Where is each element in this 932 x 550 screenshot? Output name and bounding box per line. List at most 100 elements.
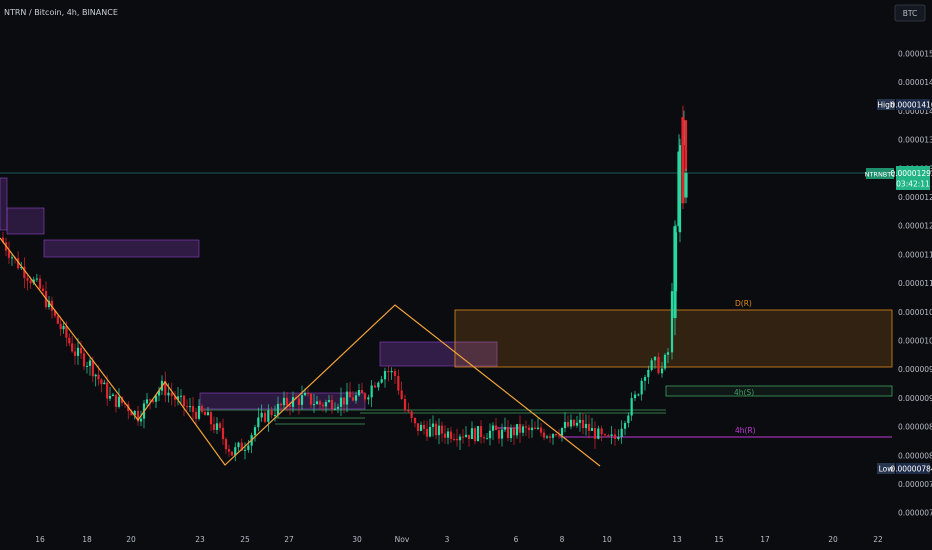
- candle-body: [497, 430, 501, 439]
- candle-body: [339, 397, 343, 407]
- candle-body: [68, 337, 71, 344]
- candle-body: [373, 385, 377, 388]
- candle-body: [684, 120, 688, 171]
- candle-body: [82, 353, 86, 367]
- candle-body: [88, 360, 92, 366]
- candle-body: [512, 427, 516, 436]
- candle-body: [581, 419, 585, 429]
- candle-body: [29, 280, 32, 284]
- candle-body: [209, 412, 213, 425]
- candle-body: [597, 428, 600, 439]
- candle-body: [620, 428, 623, 437]
- y-tick-label: 0.00001100: [898, 279, 932, 288]
- candle-body: [557, 435, 561, 437]
- candle-body: [62, 326, 65, 330]
- candle-body: [578, 419, 582, 423]
- candle-body: [660, 368, 664, 374]
- candle-body: [114, 394, 118, 407]
- candle-body: [443, 433, 447, 438]
- candle-body: [35, 278, 38, 280]
- candle-body: [569, 419, 573, 427]
- candle-body: [663, 354, 667, 369]
- candle-body: [434, 423, 438, 436]
- candle-body: [413, 417, 417, 424]
- candle-body: [684, 172, 688, 198]
- x-tick-label: 10: [602, 535, 612, 544]
- x-tick-label: 15: [714, 535, 724, 544]
- candle-body: [518, 424, 522, 433]
- candle-body: [673, 226, 677, 319]
- candle-body: [548, 436, 552, 438]
- candle-body: [623, 423, 627, 429]
- purple-zone: [43, 239, 200, 258]
- candle-body: [76, 347, 80, 356]
- candle-body: [431, 423, 435, 427]
- candle-body: [503, 427, 507, 430]
- symbol-title: NTRN / Bitcoin, 4h, BINANCE: [4, 8, 118, 17]
- currency-button-label: BTC: [903, 9, 918, 18]
- candle-body: [479, 426, 483, 438]
- candle-body: [351, 397, 355, 401]
- candle-body: [185, 406, 189, 408]
- candle-body: [103, 382, 106, 385]
- candle-body: [79, 347, 83, 354]
- candle-body: [575, 422, 579, 426]
- x-tick-label: 20: [828, 535, 838, 544]
- candle-body: [390, 370, 393, 373]
- candle-body: [593, 428, 597, 439]
- candle-body: [530, 427, 534, 431]
- x-tick-label: Nov: [395, 535, 410, 544]
- y-tick-label: 0.00001450: [898, 78, 932, 87]
- candle-body: [194, 411, 198, 419]
- candle-body: [607, 435, 610, 437]
- candlestick-chart[interactable]: NTRN / Bitcoin, 4h, BINANCE 0.00001500 0.…: [0, 0, 932, 550]
- candle-body: [425, 428, 429, 437]
- candle-body: [354, 395, 358, 401]
- candle-body: [108, 396, 112, 399]
- candle-body: [200, 406, 204, 412]
- candle-body: [370, 385, 373, 398]
- low-badge: Low 0.00000784: [877, 463, 932, 474]
- candle-body: [452, 438, 456, 440]
- candle-body: [407, 409, 410, 412]
- candle-body: [666, 352, 670, 355]
- candle-body: [97, 374, 100, 380]
- candle-body: [449, 431, 453, 439]
- candle-body: [563, 422, 567, 429]
- candle-body: [263, 412, 267, 422]
- candle-body: [363, 393, 367, 400]
- candle-body: [247, 445, 250, 450]
- candle-body: [515, 424, 519, 436]
- candle-body: [539, 427, 543, 433]
- candle-body: [260, 412, 263, 418]
- candle-body: [485, 438, 489, 440]
- candle-body: [551, 434, 555, 438]
- candle-body: [545, 436, 549, 438]
- candle-body: [182, 395, 186, 407]
- candle-body: [218, 423, 222, 428]
- candle-body: [315, 401, 319, 405]
- candle-body: [330, 400, 334, 410]
- h4-support-zone: [665, 385, 893, 397]
- candle-body: [237, 442, 240, 448]
- x-tick-label: 8: [560, 535, 565, 544]
- candle-body: [224, 439, 228, 450]
- chart-stage[interactable]: NTRN / Bitcoin, 4h, BINANCE 0.00001500 0.…: [0, 0, 932, 550]
- candle-body: [221, 427, 225, 440]
- x-tick-label: 22: [873, 535, 883, 544]
- candle-body: [267, 410, 270, 422]
- currency-button[interactable]: BTC: [894, 4, 926, 22]
- candle-body: [416, 423, 420, 431]
- candle-body: [191, 406, 195, 412]
- candle-body: [677, 151, 681, 227]
- y-tick-label: 0.00001250: [898, 193, 932, 202]
- candle-body: [243, 449, 247, 451]
- candle-body: [117, 396, 121, 407]
- candle-body: [342, 397, 346, 405]
- d-resistance-zone: [454, 309, 893, 368]
- candle-body: [367, 397, 370, 400]
- candle-body: [627, 415, 630, 424]
- y-tick-label: 0.00000850: [898, 423, 932, 432]
- x-tick-label: 27: [284, 535, 294, 544]
- candle-body: [590, 428, 594, 431]
